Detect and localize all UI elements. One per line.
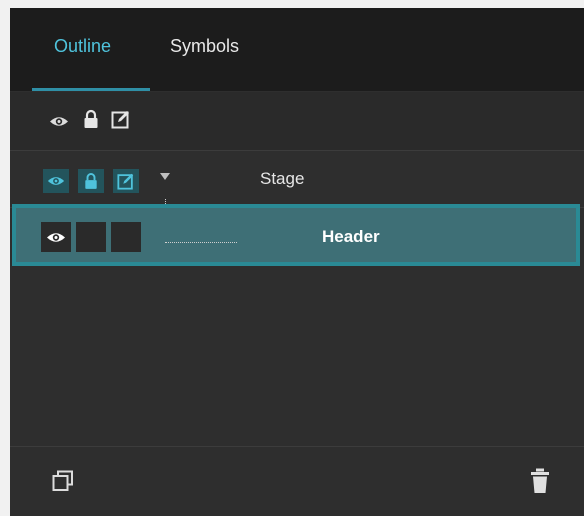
- toggle-all-lock-button[interactable]: [78, 107, 104, 131]
- edit-icon: [117, 172, 135, 190]
- outline-panel: Outline Symbols Stage Header: [10, 8, 584, 516]
- edit-icon: [111, 109, 131, 129]
- header-edit-toggle[interactable]: [111, 222, 141, 252]
- tree-connector-horizontal: [165, 242, 237, 243]
- lock-icon: [84, 172, 98, 190]
- layer-row-header[interactable]: Header: [12, 204, 580, 266]
- delete-button[interactable]: [530, 468, 550, 499]
- tab-symbols[interactable]: Symbols: [170, 36, 239, 57]
- header-lock-toggle[interactable]: [76, 222, 106, 252]
- duplicate-icon: [52, 470, 74, 496]
- eye-icon: [46, 231, 66, 244]
- layer-row-stage[interactable]: Stage: [10, 151, 584, 208]
- stage-edit-toggle[interactable]: [113, 169, 139, 193]
- eye-icon: [47, 175, 65, 187]
- outline-column-header: [10, 92, 584, 151]
- expand-caret[interactable]: [160, 173, 170, 180]
- trash-icon: [530, 468, 550, 498]
- lock-icon: [83, 109, 99, 129]
- stage-lock-toggle[interactable]: [78, 169, 104, 193]
- active-tab-indicator: [32, 88, 150, 91]
- toggle-all-visibility-button[interactable]: [46, 109, 72, 133]
- footer-divider: [10, 446, 584, 447]
- tab-outline[interactable]: Outline: [54, 36, 111, 57]
- stage-visibility-toggle[interactable]: [43, 169, 69, 193]
- toggle-all-edit-button[interactable]: [108, 107, 134, 131]
- layer-label-stage: Stage: [260, 169, 305, 188]
- layer-label-header: Header: [322, 227, 380, 246]
- header-visibility-toggle[interactable]: [41, 222, 71, 252]
- eye-icon: [49, 115, 69, 128]
- duplicate-button[interactable]: [52, 470, 74, 497]
- panel-tabs: Outline Symbols: [10, 8, 584, 91]
